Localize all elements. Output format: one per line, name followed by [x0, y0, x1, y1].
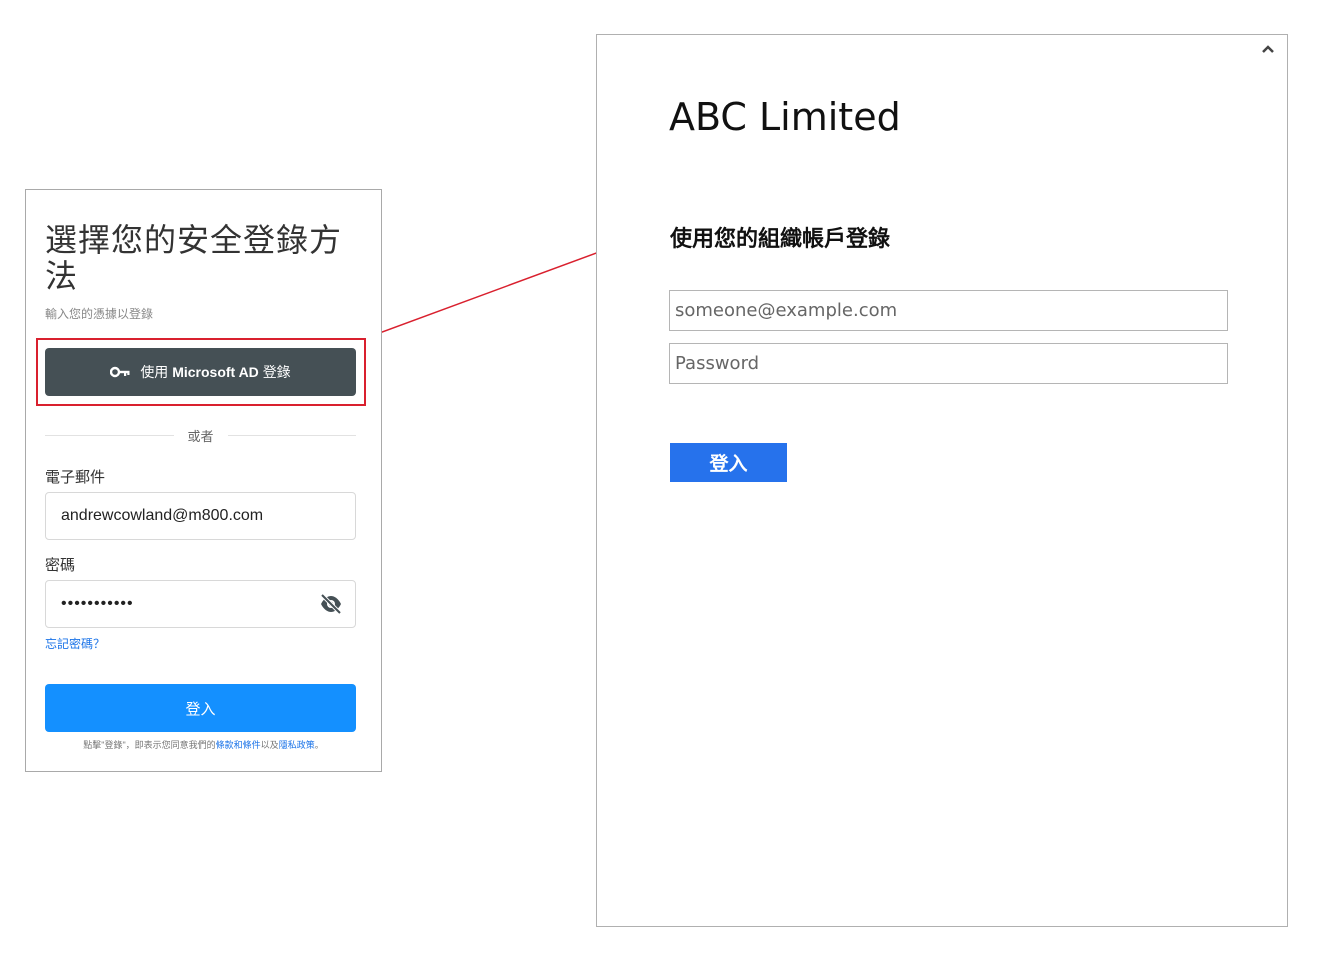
- password-label: 密碼: [45, 557, 76, 574]
- login-button[interactable]: 登入: [45, 684, 356, 732]
- org-name: ABC Limited: [669, 95, 901, 139]
- password-field[interactable]: •••••••••••: [45, 580, 356, 628]
- eye-off-icon[interactable]: [319, 593, 343, 619]
- email-label: 電子郵件: [45, 469, 106, 486]
- email-value: andrewcowland@m800.com: [61, 507, 264, 524]
- terms-text: 點擊"登錄"，即表示您同意我們的條款和條件以及隱私政策。: [83, 740, 324, 750]
- highlight-box: [36, 338, 366, 406]
- password-value: •••••••••••: [61, 595, 134, 612]
- login-card: 選擇您的安全登錄方法 輸入您的憑據以登錄 使用 Microsoft AD 登錄 …: [25, 189, 382, 772]
- chevron-up-icon[interactable]: [1261, 41, 1275, 59]
- login-subtitle: 輸入您的憑據以登錄: [45, 307, 154, 321]
- login-title: 選擇您的安全登錄方法: [45, 222, 343, 294]
- or-text: 或者: [187, 428, 214, 444]
- privacy-link[interactable]: 隱私政策: [279, 740, 315, 750]
- forgot-password-link[interactable]: 忘記密碼？: [45, 635, 105, 652]
- org-password-placeholder: Password: [675, 353, 760, 374]
- org-password-input[interactable]: Password: [669, 343, 1228, 384]
- org-signin-heading: 使用您的組織帳戶登錄: [670, 226, 891, 251]
- terms-link[interactable]: 條款和條件: [216, 740, 261, 750]
- org-signin-button[interactable]: 登入: [670, 443, 787, 482]
- org-email-placeholder: someone@example.com: [675, 300, 898, 321]
- or-divider: 或者: [45, 426, 357, 444]
- org-signin-card: ABC Limited 使用您的組織帳戶登錄 someone@example.c…: [596, 34, 1288, 927]
- org-email-input[interactable]: someone@example.com: [669, 290, 1228, 331]
- email-field[interactable]: andrewcowland@m800.com: [45, 492, 356, 540]
